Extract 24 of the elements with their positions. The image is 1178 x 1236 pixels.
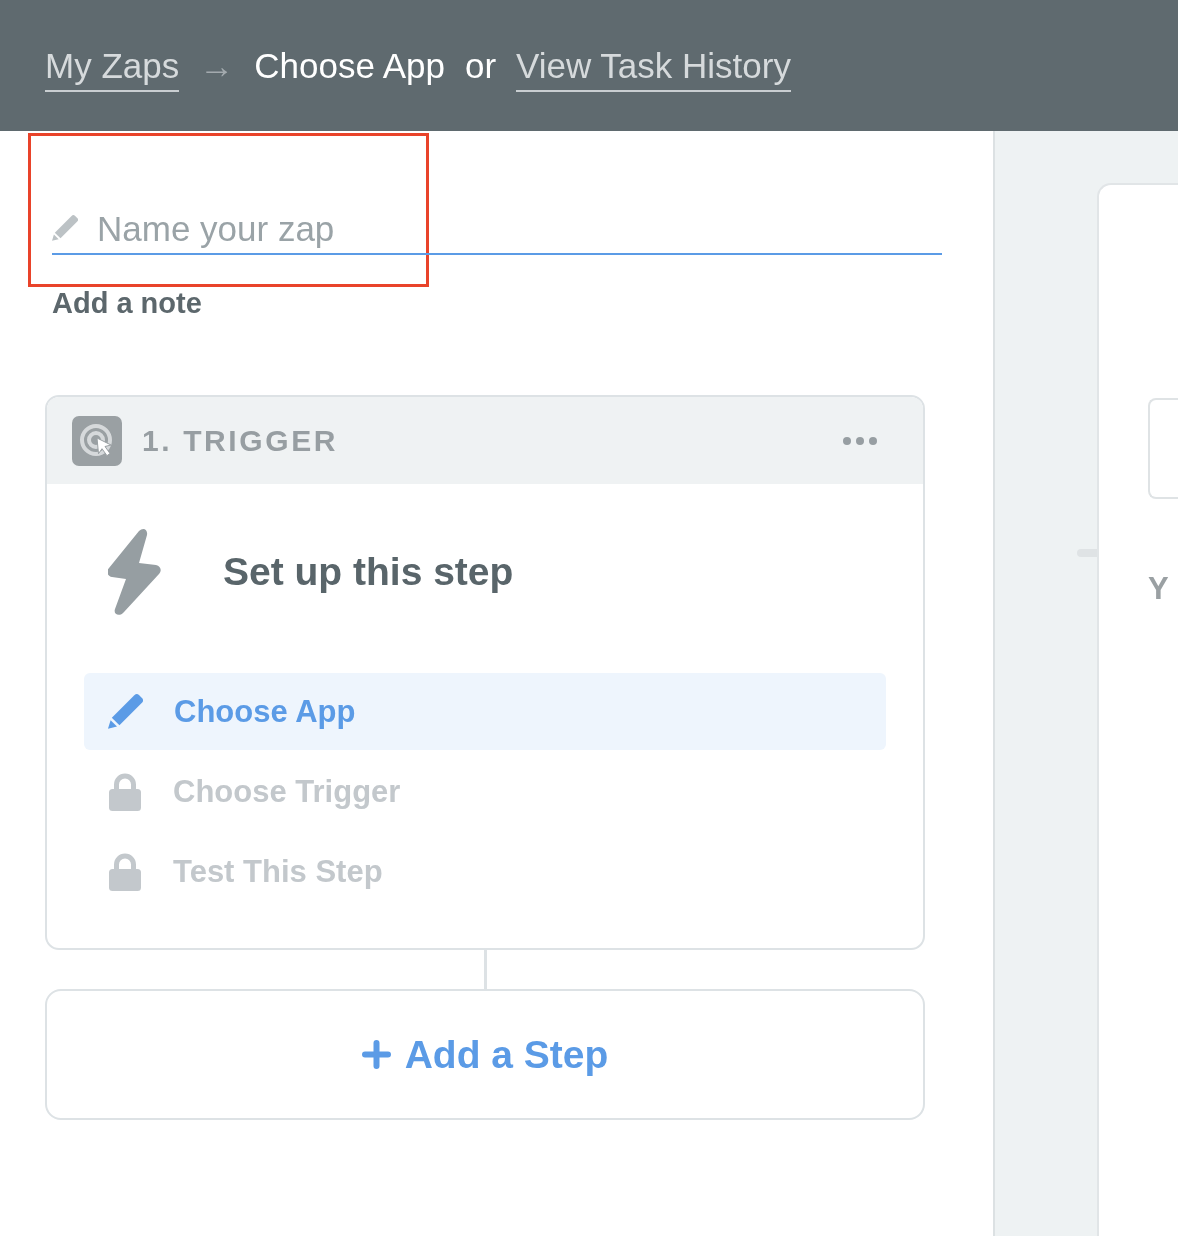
breadcrumb-link[interactable]: My Zaps xyxy=(45,44,180,92)
pencil-icon xyxy=(52,213,78,243)
add-note-link[interactable]: Add a note xyxy=(52,286,202,320)
add-step-button[interactable]: Add a Step xyxy=(45,989,925,1120)
side-heading: Y xyxy=(1148,571,1173,607)
step-label: Choose Trigger xyxy=(173,773,401,810)
lightning-bolt-icon xyxy=(108,528,161,616)
plus-icon xyxy=(361,1040,391,1069)
breadcrumb-current: Choose App xyxy=(254,44,445,87)
step-label: Choose App xyxy=(174,693,356,730)
step-item[interactable]: Choose Trigger xyxy=(84,753,886,830)
zap-name-field[interactable]: Name your zap xyxy=(52,205,942,255)
step-title: Set up this step xyxy=(223,550,514,594)
trigger-label: 1. TRIGGER xyxy=(142,423,340,458)
more-icon[interactable] xyxy=(843,436,877,445)
breadcrumb-arrow: → xyxy=(199,44,235,87)
breadcrumb-text: or xyxy=(464,44,497,87)
step-item[interactable]: Choose App xyxy=(84,673,886,750)
add-step-label: Add a Step xyxy=(404,1032,609,1077)
step-item[interactable]: Test This Step xyxy=(84,833,886,910)
target-cursor-icon xyxy=(72,415,122,466)
breadcrumb-link[interactable]: View Task History xyxy=(516,44,791,92)
step-label: Test This Step xyxy=(173,853,383,890)
side-input-field[interactable] xyxy=(1148,398,1178,499)
